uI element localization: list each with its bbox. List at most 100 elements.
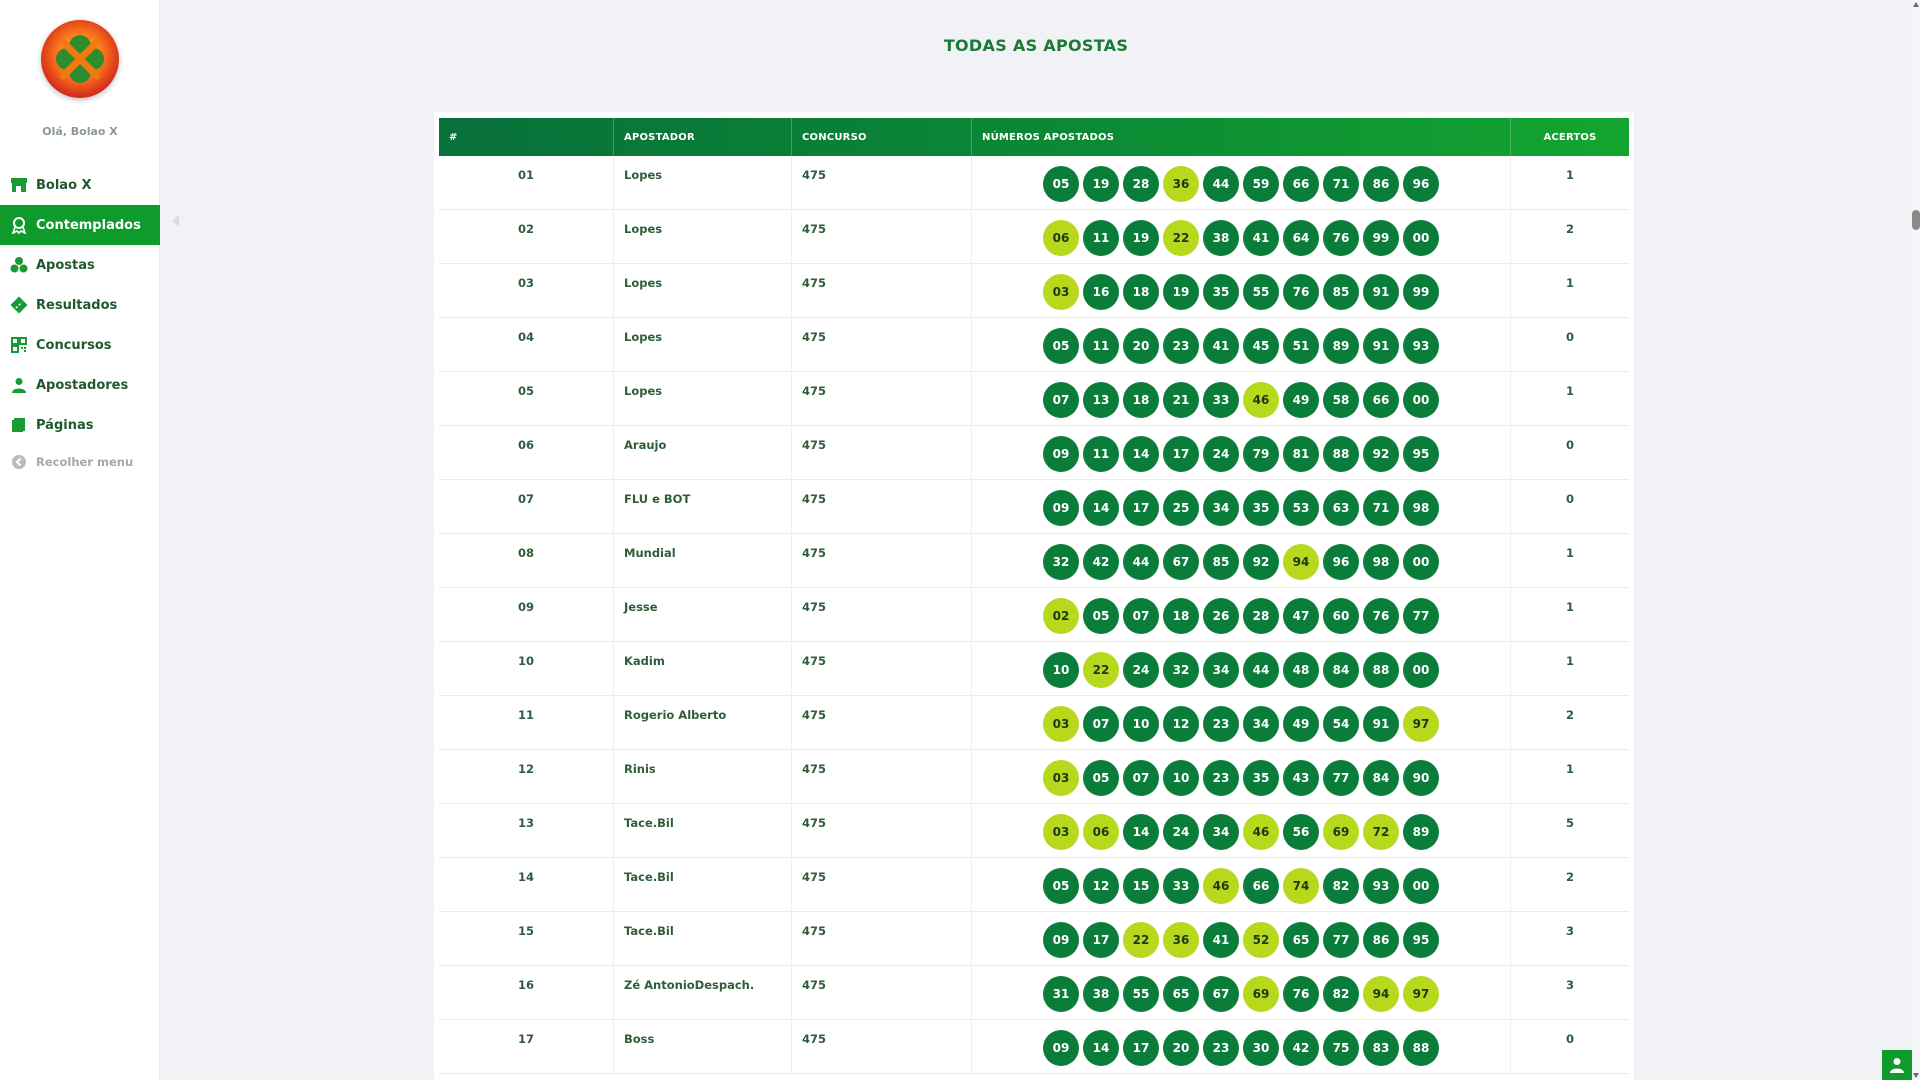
number-ball: 19 <box>1083 166 1119 202</box>
header-numeros[interactable]: NÚMEROS APOSTADOS <box>972 118 1511 156</box>
number-ball: 14 <box>1123 436 1159 472</box>
numbers-cell: 07 13 18 21 33 46 49 58 66 00 <box>972 372 1511 426</box>
number-ball: 35 <box>1243 760 1279 796</box>
table-row: 05 Lopes 475 07 13 18 21 33 46 49 58 66 00 1 <box>439 372 1629 426</box>
number-ball: 96 <box>1403 166 1439 202</box>
number-ball: 84 <box>1323 652 1359 688</box>
number-ball: 98 <box>1363 544 1399 580</box>
number-ball: 23 <box>1203 1030 1239 1066</box>
number-ball: 14 <box>1083 490 1119 526</box>
number-ball: 47 <box>1283 598 1319 634</box>
menu-item-apostadores[interactable]: Apostadores <box>0 365 160 405</box>
number-ball: 66 <box>1243 868 1279 904</box>
number-ball: 92 <box>1363 436 1399 472</box>
number-ball: 67 <box>1203 976 1239 1012</box>
menu-item-contemplados[interactable]: Contemplados <box>0 205 160 245</box>
number-ball: 34 <box>1203 652 1239 688</box>
table-row: 16 Zé AntonioDespach. 475 31 38 55 65 67 69 76 82 9… <box>439 966 1629 1020</box>
menu-item-apostas[interactable]: Apostas <box>0 245 160 285</box>
number-ball: 05 <box>1043 868 1079 904</box>
number-ball: 00 <box>1403 220 1439 256</box>
number-ball: 12 <box>1083 868 1119 904</box>
header-acertos[interactable]: ACERTOS <box>1511 118 1629 156</box>
collapse-arrow-icon[interactable] <box>172 215 179 227</box>
numbers-cell: 09 14 17 25 34 35 53 63 71 98 <box>972 480 1511 534</box>
number-ball: 33 <box>1163 868 1199 904</box>
number-ball: 32 <box>1163 652 1199 688</box>
clover-icon <box>10 256 28 274</box>
concurso-number: 475 <box>792 372 972 426</box>
number-ball-hit: 69 <box>1323 814 1359 850</box>
scrollbar-thumb[interactable] <box>1912 210 1920 230</box>
apostador-name: Lopes <box>614 372 792 426</box>
number-ball: 09 <box>1043 490 1079 526</box>
row-number: 13 <box>439 804 614 858</box>
scroll-up-icon[interactable] <box>1913 2 1919 7</box>
table-row: 14 Tace.Bil 475 05 12 15 33 46 66 74 82 93 00 2 <box>439 858 1629 912</box>
number-ball: 71 <box>1363 490 1399 526</box>
collapse-menu-button[interactable]: Recolher menu <box>0 445 160 479</box>
user-account-button[interactable] <box>1882 1050 1912 1080</box>
scroll-down-icon[interactable] <box>1913 1073 1919 1078</box>
acertos-count: 1 <box>1565 168 1574 182</box>
number-ball: 34 <box>1243 706 1279 742</box>
menu-item-label: Apostadores <box>36 377 129 393</box>
apostador-name: Lopes <box>614 264 792 318</box>
menu-item-resultados[interactable]: Resultados <box>0 285 160 325</box>
number-ball: 77 <box>1323 760 1359 796</box>
logo[interactable] <box>41 20 119 98</box>
numbers-cell: 05 11 20 23 41 45 51 89 91 93 <box>972 318 1511 372</box>
table-row: 04 Lopes 475 05 11 20 23 41 45 51 89 91 93 0 <box>439 318 1629 372</box>
store-icon <box>10 176 28 194</box>
number-ball: 49 <box>1283 382 1319 418</box>
number-ball: 85 <box>1323 274 1359 310</box>
number-ball-hit: 03 <box>1043 706 1079 742</box>
acertos-count: 0 <box>1565 1032 1574 1046</box>
concurso-number: 475 <box>792 750 972 804</box>
number-ball: 11 <box>1083 436 1119 472</box>
header-apostador[interactable]: APOSTADOR <box>614 118 792 156</box>
row-number: 10 <box>439 642 614 696</box>
menu-item-paginas[interactable]: Páginas <box>0 405 160 445</box>
concurso-number: 475 <box>792 318 972 372</box>
concurso-number: 475 <box>792 480 972 534</box>
number-ball: 30 <box>1243 1030 1279 1066</box>
apostador-name: Jesse <box>614 588 792 642</box>
number-ball-hit: 74 <box>1283 868 1319 904</box>
number-ball: 31 <box>1043 976 1079 1012</box>
header-concurso[interactable]: CONCURSO <box>792 118 972 156</box>
table-row: 03 Lopes 475 03 16 18 19 35 55 76 85 91 99 1 <box>439 264 1629 318</box>
number-ball-hit: 72 <box>1363 814 1399 850</box>
menu-item-bolao-x[interactable]: Bolao X <box>0 165 160 205</box>
acertos-count: 0 <box>1565 492 1574 506</box>
menu-item-concursos[interactable]: Concursos <box>0 325 160 365</box>
number-ball: 64 <box>1283 220 1319 256</box>
number-ball: 42 <box>1283 1030 1319 1066</box>
number-ball: 38 <box>1083 976 1119 1012</box>
numbers-cell: 03 07 10 12 23 34 49 54 91 97 <box>972 696 1511 750</box>
number-ball: 00 <box>1403 868 1439 904</box>
number-ball: 89 <box>1403 814 1439 850</box>
menu-item-label: Bolao X <box>36 177 92 193</box>
table-row: 02 Lopes 475 06 11 19 22 38 41 64 76 99 00 2 <box>439 210 1629 264</box>
number-ball: 26 <box>1203 598 1239 634</box>
number-ball: 54 <box>1323 706 1359 742</box>
page-scrollbar[interactable] <box>1912 0 1920 1080</box>
number-ball: 19 <box>1123 220 1159 256</box>
concurso-number: 475 <box>792 264 972 318</box>
number-ball: 66 <box>1283 166 1319 202</box>
number-ball: 92 <box>1243 544 1279 580</box>
number-ball: 20 <box>1123 328 1159 364</box>
number-ball-hit: 06 <box>1043 220 1079 256</box>
apostador-name: Tace.Bil <box>614 912 792 966</box>
number-ball: 95 <box>1403 922 1439 958</box>
number-ball: 24 <box>1203 436 1239 472</box>
number-ball: 86 <box>1363 166 1399 202</box>
row-number: 17 <box>439 1020 614 1074</box>
number-ball: 88 <box>1363 652 1399 688</box>
number-ball: 65 <box>1283 922 1319 958</box>
number-ball: 91 <box>1363 328 1399 364</box>
header-number[interactable]: # <box>439 118 614 156</box>
row-number: 06 <box>439 426 614 480</box>
number-ball: 05 <box>1083 760 1119 796</box>
